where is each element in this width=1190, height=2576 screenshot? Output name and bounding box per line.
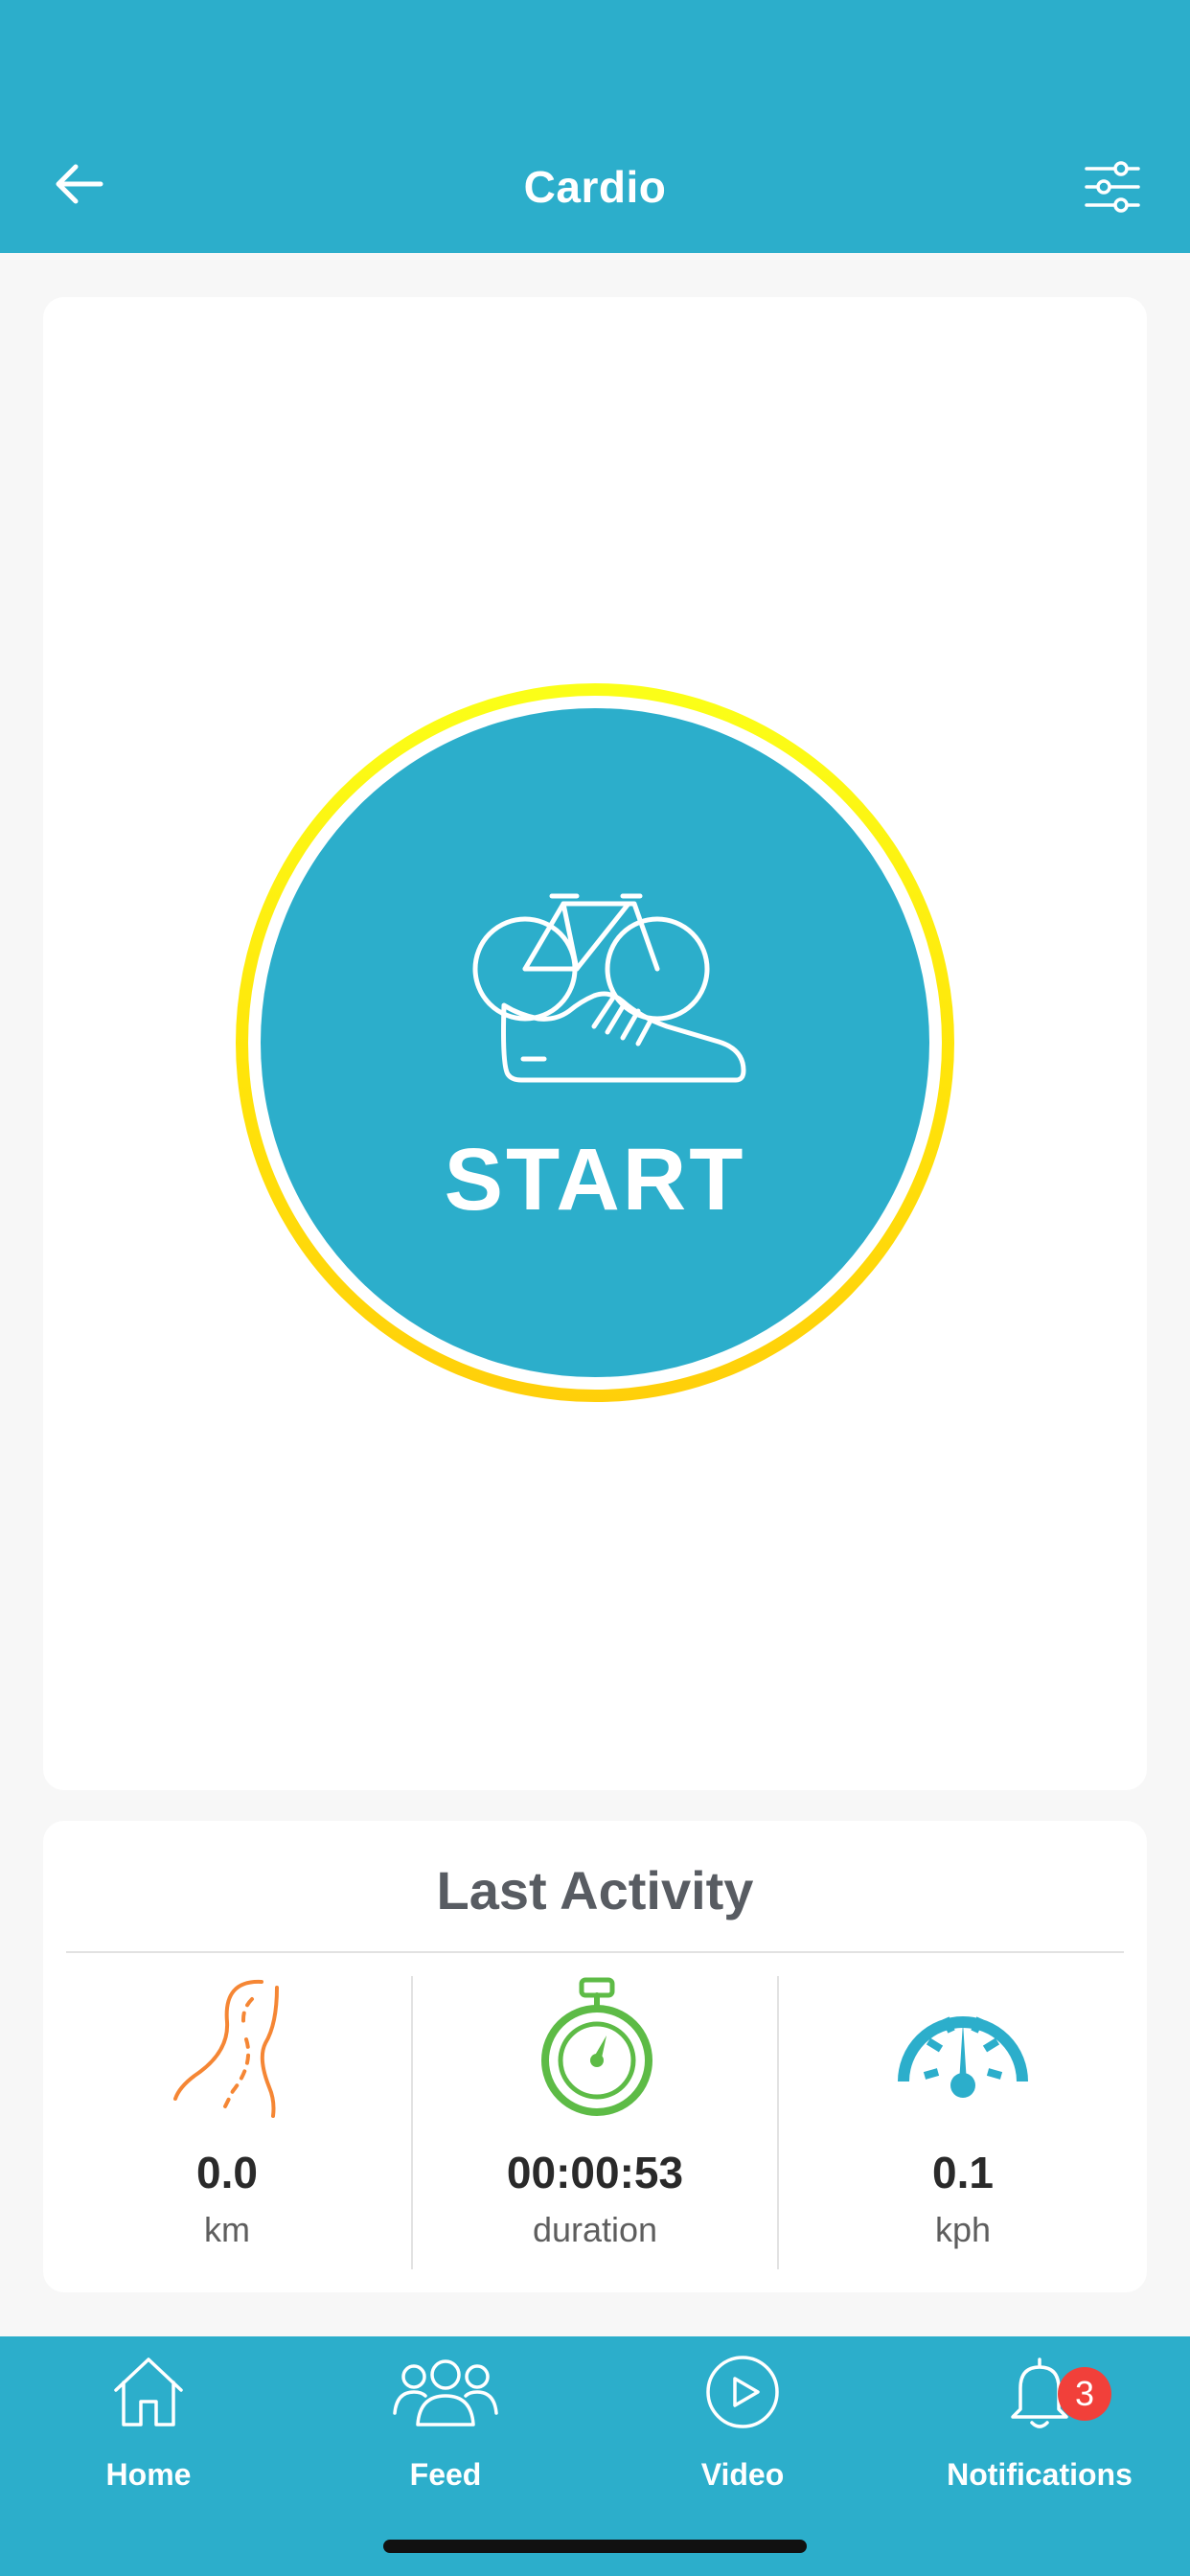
distance-value: 0.0: [196, 2148, 258, 2197]
duration-value: 00:00:53: [506, 2148, 684, 2197]
bike-and-shoe-icon: [472, 893, 746, 1083]
start-label: START: [444, 1131, 746, 1229]
speedometer-icon: [898, 2016, 1028, 2098]
app-header: Cardio: [0, 0, 1190, 253]
home-indicator: [383, 2540, 807, 2553]
tab-video-label: Video: [700, 2457, 785, 2492]
distance-unit: km: [204, 2210, 250, 2249]
speed-stat: 0.1 kph: [779, 1976, 1147, 2269]
tab-home-label: Home: [105, 2457, 192, 2492]
page-title: Cardio: [523, 162, 667, 212]
tab-feed[interactable]: Feed: [297, 2354, 594, 2497]
play-circle-icon: [706, 2356, 779, 2428]
last-activity-title: Last Activity: [436, 1860, 754, 1920]
tab-notifications[interactable]: 3 Notifications: [891, 2354, 1188, 2497]
sliders-icon: [1085, 161, 1140, 213]
stopwatch-icon: [541, 1977, 652, 2116]
home-icon: [114, 2358, 183, 2426]
road-icon: [173, 1979, 279, 2118]
last-activity-card: Last Activity 0.0 km 00:00:53 duration 0…: [43, 1821, 1147, 2292]
tab-notifications-label: Notifications: [947, 2457, 1133, 2492]
tab-home[interactable]: Home: [0, 2354, 297, 2497]
start-button[interactable]: START: [261, 708, 929, 1377]
duration-unit: duration: [532, 2210, 658, 2249]
start-card: START: [43, 297, 1147, 1790]
people-icon: [393, 2359, 498, 2426]
speed-unit: kph: [934, 2210, 992, 2249]
start-button-ring: START: [236, 683, 954, 1402]
filter-button[interactable]: [1083, 157, 1142, 217]
tab-feed-label: Feed: [409, 2457, 482, 2492]
distance-stat: 0.0 km: [43, 1976, 411, 2269]
duration-stat: 00:00:53 duration: [411, 1976, 779, 2269]
speed-value: 0.1: [932, 2148, 994, 2197]
start-button-gap: START: [248, 696, 942, 1390]
tab-video[interactable]: Video: [594, 2354, 891, 2497]
notification-badge: 3: [1058, 2367, 1111, 2421]
divider: [66, 1951, 1124, 1953]
